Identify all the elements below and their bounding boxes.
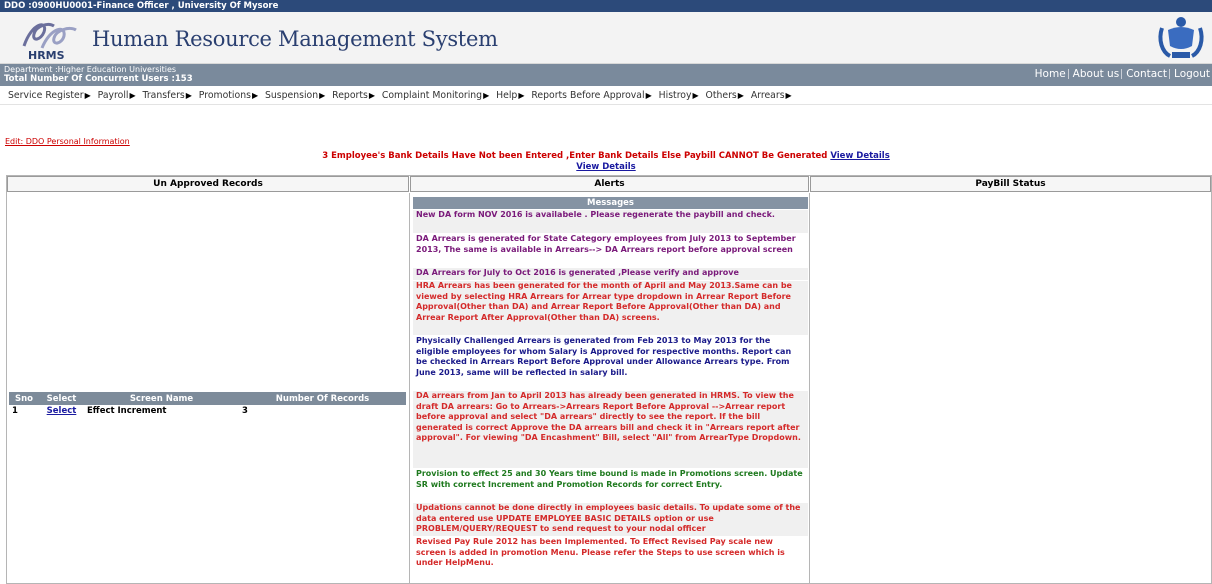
caret-right-icon: ▶ <box>251 91 259 100</box>
caret-right-icon: ▶ <box>645 91 652 100</box>
paybill-status-header: PayBill Status <box>810 176 1211 192</box>
concurrent-users: Total Number Of Concurrent Users :153 <box>4 73 193 84</box>
menu-reports-before-approval[interactable]: Reports Before Approval▶ <box>531 86 651 105</box>
caret-right-icon: ▶ <box>785 91 792 100</box>
unapproved-records-table: Sno Select Screen Name Number Of Records… <box>9 392 406 417</box>
unapproved-records-header: Un Approved Records <box>7 176 409 192</box>
caret-right-icon: ▶ <box>692 91 699 100</box>
about-link[interactable]: About us <box>1073 68 1120 80</box>
menu-promotions[interactable]: Promotions▶ <box>199 86 258 105</box>
warning-text: 3 Employee's Bank Details Have Not been … <box>322 151 828 161</box>
alert-message: Revised Pay Rule 2012 has been Implement… <box>413 537 808 571</box>
menu-complaint-monitoring[interactable]: Complaint Monitoring▶ <box>382 86 489 105</box>
alert-message: DA Arrears for July to Oct 2016 is gener… <box>413 268 808 280</box>
top-links: Home About us Contact Logout <box>1033 68 1210 80</box>
caret-right-icon: ▶ <box>319 91 326 100</box>
department-bar: Department :Higher Education Universitie… <box>0 64 1212 86</box>
menu-transfers[interactable]: Transfers▶ <box>143 86 192 105</box>
menu-others[interactable]: Others▶ <box>706 86 744 105</box>
menu-label: Others <box>705 90 737 101</box>
caret-right-icon: ▶ <box>84 91 91 100</box>
menu-label: Arrears <box>750 90 785 101</box>
unapproved-records-panel: Sno Select Screen Name Number Of Records… <box>7 193 410 583</box>
menu-label: Suspension <box>264 90 319 101</box>
table-row: 1 Select Effect Increment 3 <box>9 405 406 417</box>
main-menu: Service Register▶ Payroll▶ Transfers▶ Pr… <box>0 86 1212 105</box>
menu-payroll[interactable]: Payroll▶ <box>98 86 136 105</box>
department-info: Department :Higher Education Universitie… <box>4 65 193 84</box>
menu-arrears[interactable]: Arrears▶ <box>751 86 792 105</box>
record-count-cell: 3 <box>242 406 248 416</box>
caret-right-icon: ▶ <box>368 91 375 100</box>
paybill-status-panel <box>810 193 1211 583</box>
column-header: Screen Name <box>84 392 239 405</box>
column-header: Number Of Records <box>239 392 406 405</box>
link-separator <box>1067 69 1069 79</box>
home-link[interactable]: Home <box>1035 68 1066 80</box>
menu-label: Promotions <box>198 90 251 101</box>
alerts-panel: Messages New DA form NOV 2016 is availab… <box>410 193 810 583</box>
system-name: Human Resource Management System <box>92 27 498 51</box>
menu-label: Service Register <box>8 90 84 101</box>
alert-message: HRA Arrears has been generated for the m… <box>413 281 808 335</box>
caret-right-icon: ▶ <box>129 91 136 100</box>
select-link[interactable]: Select <box>39 405 84 417</box>
caret-right-icon: ▶ <box>737 91 744 100</box>
link-separator <box>1169 69 1171 79</box>
svg-text:HRMS: HRMS <box>28 49 65 62</box>
menu-label: Complaint Monitoring <box>381 90 483 101</box>
alert-message: Physically Challenged Arrears is generat… <box>413 336 808 390</box>
menu-label: Transfers <box>142 90 185 101</box>
menu-history[interactable]: Histroy▶ <box>659 86 699 105</box>
alerts-header: Alerts <box>410 176 809 192</box>
contact-link[interactable]: Contact <box>1126 68 1167 80</box>
sno-cell: 1 <box>12 406 18 416</box>
link-separator <box>1121 69 1123 79</box>
screen-name-cell: Effect Increment <box>87 406 167 416</box>
dashboard-panels: Un Approved Records Alerts PayBill Statu… <box>6 175 1212 584</box>
edit-ddo-info-link[interactable]: Edit: DDO Personal Information <box>5 137 130 146</box>
caret-right-icon: ▶ <box>185 91 192 100</box>
hrms-logo: HRMS <box>22 22 77 62</box>
caret-right-icon: ▶ <box>518 91 525 100</box>
karnataka-emblem <box>1158 17 1204 58</box>
view-details-link-2[interactable]: View Details <box>0 162 1212 172</box>
alert-message: DA arrears from Jan to April 2013 has al… <box>413 391 808 468</box>
menu-label: Help <box>496 90 518 101</box>
view-details-link[interactable]: View Details <box>830 151 889 161</box>
menu-suspension[interactable]: Suspension▶ <box>265 86 325 105</box>
alert-message: New DA form NOV 2016 is availabele . Ple… <box>413 210 808 233</box>
menu-service-register[interactable]: Service Register▶ <box>8 86 91 105</box>
menu-label: Payroll <box>97 90 129 101</box>
column-header: Sno <box>9 392 39 405</box>
window-title-bar: DDO :0900HU0001-Finance Officer , Univer… <box>0 0 1212 12</box>
menu-label: Reports <box>332 90 368 101</box>
alert-message: Provision to effect 25 and 30 Years time… <box>413 469 808 502</box>
header-banner: HRMS Human Resource Management System <box>0 12 1212 64</box>
caret-right-icon: ▶ <box>483 91 490 100</box>
logout-link[interactable]: Logout <box>1174 68 1210 80</box>
messages-header: Messages <box>413 197 808 209</box>
bank-details-warning: 3 Employee's Bank Details Have Not been … <box>0 151 1212 161</box>
menu-label: Reports Before Approval <box>531 90 645 101</box>
table-header-row: Sno Select Screen Name Number Of Records <box>9 392 406 405</box>
column-header: Select <box>39 392 84 405</box>
menu-label: Histroy <box>658 90 692 101</box>
menu-help[interactable]: Help▶ <box>496 86 524 105</box>
menu-reports[interactable]: Reports▶ <box>332 86 375 105</box>
window-title: DDO :0900HU0001-Finance Officer , Univer… <box>4 1 279 11</box>
alert-message: DA Arrears is generated for State Catego… <box>413 234 808 267</box>
alert-message: Updations cannot be done directly in emp… <box>413 503 808 536</box>
